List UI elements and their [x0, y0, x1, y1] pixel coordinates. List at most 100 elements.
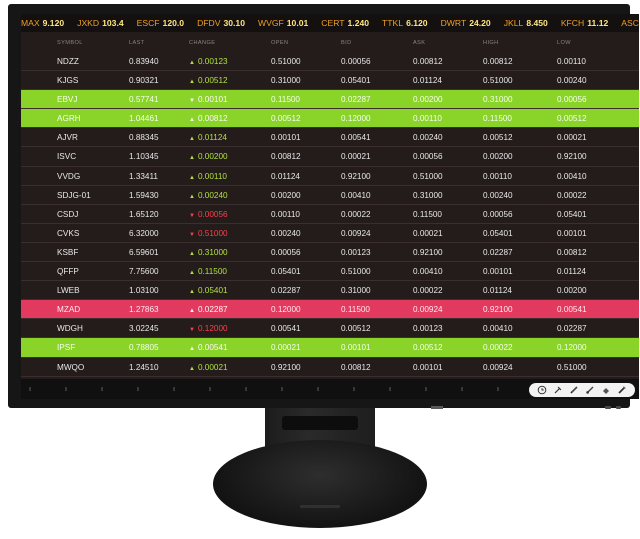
eraser-icon[interactable] [601, 385, 611, 395]
change-value: 0.00200 [197, 152, 228, 162]
ticker-symbol: JKLL [503, 18, 524, 28]
power-button[interactable] [616, 406, 621, 409]
high-cell: 0.51000 [483, 76, 513, 86]
column-header-ask[interactable]: ASK [413, 40, 425, 46]
change-value: 0.31000 [197, 247, 228, 257]
column-header-last[interactable]: LAST [129, 40, 145, 46]
arrow-down-icon: ▼ [189, 231, 195, 238]
ticker-value: 8.450 [526, 18, 548, 28]
ticker-symbol: ASCI [621, 18, 639, 28]
open-cell: 0.01124 [271, 171, 300, 181]
change-value: 0.11500 [197, 267, 227, 277]
ticker-symbol: WVGF [257, 18, 284, 28]
clock-icon[interactable] [537, 385, 547, 395]
last-cell: 1.33411 [129, 171, 158, 181]
symbol-cell: VVDG [57, 171, 81, 181]
bid-cell: 0.31000 [341, 286, 371, 296]
column-header-low[interactable]: LOW [557, 40, 571, 46]
high-cell: 0.00056 [483, 209, 513, 219]
last-cell: 7.75600 [129, 267, 159, 277]
ticker-symbol: DWRT [440, 18, 467, 28]
ask-cell: 0.00056 [413, 152, 443, 162]
arrow-up-icon: ▲ [189, 308, 195, 315]
table-row[interactable]: CVKS 6.32000 ▼ 0.51000 0.00240 0.00924 0.00021… [21, 224, 639, 243]
low-cell: 0.51000 [557, 362, 587, 372]
change-value: 0.00123 [197, 57, 228, 66]
ticker-item: JKLL 8.450 [504, 18, 548, 28]
low-cell: 0.92100 [557, 152, 587, 162]
symbol-cell: MWQO [57, 362, 85, 372]
column-header-open[interactable]: OPEN [271, 40, 288, 46]
table-row[interactable]: MZAD 1.27863 ▲ 0.02287 0.12000 0.11500 0.00924… [21, 300, 639, 320]
table-row[interactable]: ISVC 1.10345 ▲ 0.00200 0.00812 0.00021 0.00056… [21, 147, 639, 167]
last-cell: 0.83940 [129, 57, 159, 66]
change-value: 0.00101 [197, 95, 228, 105]
change-cell: ▲ 0.00541 [189, 343, 228, 352]
low-cell: 0.00022 [557, 190, 587, 200]
quotes-table: NDZZ 0.83940 ▲ 0.00123 0.51000 0.00056 0.00812… [21, 52, 639, 399]
bid-cell: 0.00410 [341, 190, 371, 200]
high-cell: 0.00110 [483, 171, 512, 181]
ticker-value: 9.120 [42, 18, 65, 28]
change-cell: ▲ 0.05401 [189, 286, 228, 295]
table-row[interactable]: CSDJ 1.65120 ▼ 0.00056 0.00110 0.00022 0.11500… [21, 205, 639, 224]
high-cell: 0.31000 [483, 95, 513, 105]
low-cell: 0.00056 [557, 95, 587, 105]
cable-opening [282, 416, 358, 430]
pen-icon[interactable] [553, 385, 563, 395]
arrow-up-icon: ▲ [189, 136, 195, 143]
table-row[interactable]: AGRH 1.04461 ▲ 0.00812 0.00512 0.12000 0.00110… [21, 109, 639, 129]
high-cell: 0.00101 [483, 267, 513, 277]
ticker-symbol: JXKD [77, 18, 100, 28]
last-cell: 1.59430 [129, 190, 159, 200]
column-header-bid[interactable]: BID [341, 40, 352, 46]
low-cell: 0.00240 [557, 76, 587, 86]
change-cell: ▲ 0.00512 [189, 76, 228, 85]
ask-cell: 0.00021 [413, 228, 443, 238]
ticker-symbol: KFCH [560, 18, 585, 28]
table-row[interactable]: QFFP 7.75600 ▲ 0.11500 0.05401 0.51000 0.00410… [21, 262, 639, 282]
last-cell: 1.65120 [129, 209, 159, 219]
ask-cell: 0.00410 [413, 267, 443, 277]
bid-cell: 0.00924 [341, 228, 371, 238]
table-row[interactable]: LWEB 1.03100 ▲ 0.05401 0.02287 0.31000 0.00022… [21, 281, 639, 301]
high-cell: 0.00410 [483, 324, 513, 334]
column-header-high[interactable]: HIGH [483, 40, 499, 46]
symbol-cell: AJVR [57, 133, 78, 143]
bid-cell: 0.02287 [341, 95, 371, 105]
symbol-cell: WDGH [57, 324, 83, 334]
bid-cell: 0.00101 [341, 343, 371, 353]
brush-icon[interactable] [585, 385, 595, 395]
table-row[interactable]: AJVR 0.88345 ▲ 0.01124 0.00101 0.00541 0.00240… [21, 128, 639, 148]
table-row[interactable]: WDGH 3.02245 ▼ 0.12000 0.00541 0.00512 0.00123… [21, 319, 639, 339]
low-cell: 0.12000 [557, 343, 587, 353]
low-cell: 0.01124 [557, 267, 586, 277]
table-row[interactable]: SDJG-01 1.59430 ▲ 0.00240 0.00200 0.00410 0.31… [21, 186, 639, 205]
menu-button[interactable] [605, 406, 611, 409]
last-cell: 0.57741 [129, 95, 159, 105]
symbol-cell: KJGS [57, 76, 79, 86]
pencil-icon[interactable] [569, 385, 579, 395]
bid-cell: 0.92100 [341, 171, 371, 181]
table-row[interactable]: MWQO 1.24510 ▲ 0.00021 0.92100 0.00812 0.00101… [21, 358, 639, 377]
column-header-symbol[interactable]: SYMBOL [57, 40, 83, 46]
high-cell: 0.05401 [483, 228, 513, 238]
ticker-value: 11.12 [587, 18, 609, 28]
table-row[interactable]: IPSF 0.78805 ▲ 0.00541 0.00021 0.00101 0.00512… [21, 338, 639, 358]
symbol-cell: CVKS [57, 228, 80, 238]
table-row[interactable]: KJGS 0.90321 ▲ 0.00512 0.31000 0.05401 0.01124… [21, 71, 639, 91]
table-row[interactable]: KSBF 6.59601 ▲ 0.31000 0.00056 0.00123 0.92100… [21, 243, 639, 263]
marker-icon[interactable] [617, 385, 627, 395]
ticker-symbol: TTKL [382, 18, 404, 28]
change-value: 0.00021 [197, 362, 228, 372]
symbol-cell: EBVJ [57, 95, 78, 105]
column-header-change[interactable]: CHANGE [189, 40, 215, 46]
last-cell: 1.03100 [129, 286, 159, 296]
ticker-symbol: CERT [321, 18, 345, 28]
table-row[interactable]: NDZZ 0.83940 ▲ 0.00123 0.51000 0.00056 0.00812… [21, 52, 639, 72]
change-cell: ▲ 0.00123 [189, 57, 228, 66]
table-row[interactable]: EBVJ 0.57741 ▼ 0.00101 0.11500 0.02287 0.00200… [21, 90, 639, 110]
bid-cell: 0.00541 [341, 133, 371, 143]
table-row[interactable]: VVDG 1.33411 ▲ 0.00110 0.01124 0.92100 0.51000… [21, 167, 639, 186]
open-cell: 0.00512 [271, 114, 301, 124]
